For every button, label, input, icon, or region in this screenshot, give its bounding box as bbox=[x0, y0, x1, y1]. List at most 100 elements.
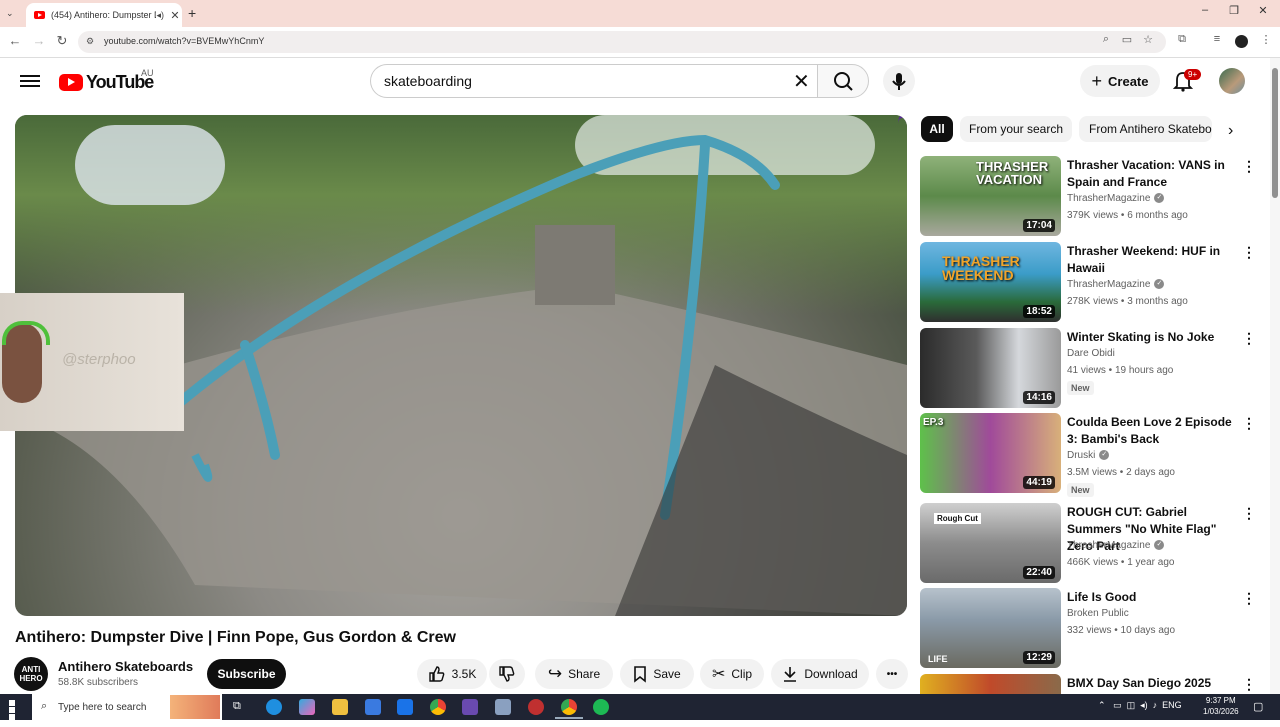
zoom-icon[interactable]: ⌕ bbox=[1097, 33, 1115, 46]
audio-playing-icon[interactable]: ◂) bbox=[156, 10, 164, 21]
tab-close-button[interactable]: ✕ bbox=[168, 9, 182, 22]
related-title[interactable]: BMX Day San Diego 2025 bbox=[1067, 675, 1237, 692]
app-icon-2[interactable] bbox=[495, 699, 511, 715]
voice-search-button[interactable] bbox=[883, 65, 915, 97]
clip-button[interactable]: ✂ Clip bbox=[700, 659, 764, 689]
reload-icon[interactable]: ↻ bbox=[53, 33, 71, 49]
install-app-icon[interactable]: ▭ bbox=[1118, 33, 1136, 46]
related-more-icon[interactable]: ⋮ bbox=[1242, 505, 1256, 522]
notification-center-icon[interactable]: ▢ bbox=[1253, 700, 1263, 713]
related-channel[interactable]: ThrasherMagazine ✓ bbox=[1067, 540, 1165, 551]
copilot-icon[interactable] bbox=[299, 699, 315, 715]
channel-name[interactable]: Antihero Skateboards bbox=[58, 659, 193, 674]
related-more-icon[interactable]: ⋮ bbox=[1242, 676, 1256, 693]
related-title[interactable]: Thrasher Weekend: HUF in Hawaii bbox=[1067, 243, 1237, 277]
new-tab-button[interactable]: + bbox=[188, 5, 196, 21]
related-video-item[interactable]: THRASHER VACATION 17:04 Thrasher Vacatio… bbox=[920, 156, 1260, 236]
related-channel[interactable]: ThrasherMagazine ✓ bbox=[1067, 193, 1165, 204]
related-channel[interactable]: Druski ✓ bbox=[1067, 450, 1110, 461]
account-avatar[interactable] bbox=[1219, 68, 1245, 94]
battery-icon[interactable]: ▭ bbox=[1113, 700, 1122, 710]
create-button[interactable]: + Create bbox=[1080, 65, 1160, 97]
channel-avatar[interactable]: ANTI HERO bbox=[14, 657, 48, 691]
related-more-icon[interactable]: ⋮ bbox=[1242, 590, 1256, 607]
volume-icon[interactable]: ◂) bbox=[1140, 700, 1148, 710]
like-button[interactable]: 3.5K bbox=[417, 659, 487, 689]
related-channel[interactable]: Broken Public bbox=[1067, 608, 1129, 619]
scrollbar-thumb[interactable] bbox=[1272, 68, 1278, 198]
related-video-item[interactable]: LIFE 12:29 Life Is Good Broken Public 33… bbox=[920, 588, 1260, 668]
minimize-button[interactable]: – bbox=[1190, 4, 1220, 22]
dislike-button[interactable] bbox=[489, 659, 525, 689]
forward-icon[interactable]: → bbox=[30, 33, 48, 48]
search-button[interactable] bbox=[817, 64, 869, 98]
edge-icon[interactable] bbox=[266, 699, 282, 715]
close-window-button[interactable]: ✕ bbox=[1248, 4, 1278, 22]
file-explorer-icon[interactable] bbox=[332, 699, 348, 715]
video-thumbnail[interactable]: LIFE 12:29 bbox=[920, 588, 1061, 668]
related-more-icon[interactable]: ⋮ bbox=[1242, 158, 1256, 175]
related-title[interactable]: Life Is Good bbox=[1067, 589, 1237, 606]
taskbar-clock[interactable]: 9:37 PM 1/03/2026 bbox=[1203, 695, 1239, 717]
youtube-logo[interactable]: YouTube bbox=[59, 72, 154, 93]
related-title[interactable]: Thrasher Vacation: VANS in Spain and Fra… bbox=[1067, 157, 1237, 191]
related-channel[interactable]: Dare Obidi bbox=[1067, 348, 1115, 359]
task-view-icon[interactable]: ⧉ bbox=[233, 700, 241, 713]
browser-menu-icon[interactable]: ⋮ bbox=[1257, 33, 1275, 46]
related-channel[interactable]: ThrasherMagazine ✓ bbox=[1067, 279, 1165, 290]
search-input[interactable]: skateboarding bbox=[384, 73, 472, 89]
more-actions-button[interactable]: ••• bbox=[876, 659, 908, 689]
bookmark-star-icon[interactable]: ☆ bbox=[1139, 33, 1157, 46]
related-video-item[interactable]: Rough Cut 22:40 ROUGH CUT: Gabriel Summe… bbox=[920, 503, 1260, 583]
related-more-icon[interactable]: ⋮ bbox=[1242, 415, 1256, 432]
download-button[interactable]: Download bbox=[771, 659, 869, 689]
profile-icon[interactable] bbox=[1235, 35, 1248, 48]
store-icon[interactable] bbox=[365, 699, 381, 715]
extensions-icon[interactable]: ⧉ bbox=[1173, 33, 1191, 46]
video-thumbnail[interactable] bbox=[920, 674, 1061, 694]
maximize-button[interactable]: ❐ bbox=[1219, 4, 1249, 22]
chips-next-chevron-icon[interactable]: › bbox=[1228, 122, 1233, 140]
video-thumbnail[interactable]: Rough Cut 22:40 bbox=[920, 503, 1061, 583]
mail-icon[interactable] bbox=[397, 699, 413, 715]
subscribe-button[interactable]: Subscribe bbox=[207, 659, 286, 689]
video-thumbnail[interactable]: THRASHER WEEKEND 18:52 bbox=[920, 242, 1061, 322]
related-more-icon[interactable]: ⋮ bbox=[1242, 244, 1256, 261]
tab-list-chevron-icon[interactable]: ⌄ bbox=[6, 8, 14, 19]
taskbar-search[interactable]: ⌕ Type here to search bbox=[32, 694, 222, 720]
reading-list-icon[interactable]: ≡ bbox=[1208, 33, 1226, 45]
back-icon[interactable]: ← bbox=[6, 33, 24, 48]
chip-from-antihero[interactable]: From Antihero Skateboards bbox=[1079, 116, 1212, 142]
save-button[interactable]: Save bbox=[620, 659, 694, 689]
mic-tray-icon[interactable]: ♪ bbox=[1153, 700, 1158, 710]
tray-chevron-icon[interactable]: ⌃ bbox=[1098, 700, 1106, 710]
windows-start-icon[interactable] bbox=[9, 700, 22, 727]
chrome-icon[interactable] bbox=[430, 699, 446, 715]
url-text[interactable]: youtube.com/watch?v=BVEMwYhCnmY bbox=[104, 36, 264, 46]
related-video-item[interactable]: EP.3 44:19 Coulda Been Love 2 Episode 3:… bbox=[920, 413, 1260, 497]
related-video-item[interactable]: 14:16 Winter Skating is No Joke Dare Obi… bbox=[920, 328, 1260, 408]
chip-all[interactable]: All bbox=[921, 116, 953, 142]
browser-tab[interactable]: (454) Antihero: Dumpster D ◂) ✕ bbox=[26, 3, 182, 27]
system-tray[interactable]: ⌃ ▭ ◫ ◂) ♪ ENG bbox=[1098, 700, 1182, 711]
site-info-icon[interactable]: ⚙ bbox=[86, 36, 94, 47]
related-video-item[interactable]: THRASHER WEEKEND 18:52 Thrasher Weekend:… bbox=[920, 242, 1260, 322]
related-more-icon[interactable]: ⋮ bbox=[1242, 330, 1256, 347]
obs-icon[interactable] bbox=[528, 699, 544, 715]
video-duration: 22:40 bbox=[1023, 566, 1055, 579]
chip-from-your-search[interactable]: From your search bbox=[960, 116, 1072, 142]
network-icon[interactable]: ◫ bbox=[1127, 700, 1136, 710]
app-icon[interactable] bbox=[462, 699, 478, 715]
related-title[interactable]: Coulda Been Love 2 Episode 3: Bambi's Ba… bbox=[1067, 414, 1237, 448]
video-thumbnail[interactable]: EP.3 44:19 bbox=[920, 413, 1061, 493]
clear-search-icon[interactable]: ✕ bbox=[793, 69, 810, 94]
menu-icon[interactable] bbox=[20, 72, 40, 90]
video-thumbnail[interactable]: 14:16 bbox=[920, 328, 1061, 408]
spotify-icon[interactable] bbox=[593, 699, 609, 715]
chrome-active-icon[interactable] bbox=[561, 699, 577, 715]
related-title[interactable]: Winter Skating is No Joke bbox=[1067, 329, 1237, 346]
video-thumbnail[interactable]: THRASHER VACATION 17:04 bbox=[920, 156, 1061, 236]
language-indicator[interactable]: ENG bbox=[1162, 700, 1182, 710]
share-button[interactable]: ↪ Share bbox=[535, 659, 613, 689]
related-video-item[interactable]: BMX Day San Diego 2025 ⋮ bbox=[920, 674, 1260, 694]
